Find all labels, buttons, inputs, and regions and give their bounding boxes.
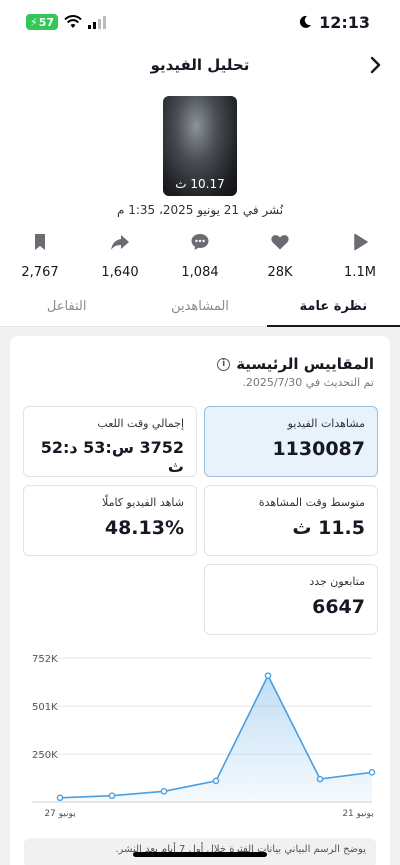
tab-viewers[interactable]: المشاهدين — [133, 293, 266, 326]
clock: 12:13 — [319, 12, 370, 32]
metric-new-followers[interactable]: متابعون جدد 6647 — [204, 564, 378, 635]
bookmarks-count: 2,767 — [21, 265, 59, 280]
chart-point[interactable] — [368, 769, 376, 776]
stats-row: 2,767 1,640 1,084 28K 1.1M — [0, 232, 400, 282]
y-tick-label: 501K — [32, 702, 58, 713]
metrics-heading: المقاييس الرئيسية — [236, 355, 374, 373]
video-duration: 10.17 ث — [175, 177, 225, 191]
chart-point[interactable] — [108, 792, 116, 799]
tab-engagement[interactable]: التفاعل — [0, 293, 133, 326]
wifi-icon — [64, 15, 82, 28]
video-thumbnail[interactable]: 10.17 ث — [163, 96, 237, 196]
metric-label: متوسط وقت المشاهدة — [258, 496, 365, 509]
battery-indicator: ⚡ 57 — [26, 14, 59, 30]
header: تحليل الفيديو — [0, 44, 400, 86]
chart-point[interactable] — [56, 794, 64, 802]
info-icon[interactable]: i — [217, 357, 231, 371]
y-tick-label: 752K — [32, 654, 58, 665]
y-tick-label: 250K — [32, 750, 58, 761]
metric-value: 3752 س:53 د:52 ث — [40, 438, 184, 476]
share-icon — [111, 235, 129, 250]
last-updated: تم التحديث في 2025/7/30. — [242, 376, 374, 389]
chart-point[interactable] — [160, 787, 168, 795]
x-label-left: يونيو 27 — [44, 809, 76, 819]
likes-count: 28K — [267, 265, 293, 280]
home-indicator — [133, 852, 267, 857]
metric-value: 11.5 ث — [292, 517, 365, 539]
metric-value: 6647 — [312, 596, 365, 618]
views-count: 1.1M — [344, 265, 376, 280]
shares-count: 1,640 — [101, 265, 139, 280]
bookmark-icon — [35, 234, 45, 250]
tab-overview[interactable]: نظرة عامة — [266, 293, 400, 327]
posted-date: نُشر في 21 يونيو 2025، 1:35 م — [116, 203, 284, 217]
metric-label: إجمالي وقت اللعب — [97, 417, 184, 430]
status-bar: ⚡ 57 12:13 — [0, 0, 400, 44]
chart-point[interactable] — [264, 672, 272, 679]
x-label-right: يونيو 21 — [342, 809, 374, 819]
heart-icon — [271, 235, 289, 250]
moon-icon — [299, 15, 312, 28]
signal-icon — [88, 15, 107, 29]
metrics-title: المقاييس الرئيسية i — [217, 355, 374, 373]
back-chevron-icon[interactable] — [364, 54, 386, 76]
views-chart[interactable]: 752K 501K 250K يونيو 27 يونيو 21 — [20, 648, 382, 823]
play-icon — [354, 233, 368, 251]
chart-point[interactable] — [316, 775, 324, 783]
analytics-tabs: التفاعل المشاهدين نظرة عامة — [0, 293, 400, 327]
metric-label: شاهد الفيديو كاملًا — [102, 496, 184, 509]
bolt-icon: ⚡ — [30, 15, 38, 29]
metric-watched-full[interactable]: شاهد الفيديو كاملًا 48.13% — [23, 485, 197, 556]
chart-point[interactable] — [212, 777, 220, 785]
metric-avg-watch-time[interactable]: متوسط وقت المشاهدة 11.5 ث — [204, 485, 378, 556]
metric-value: 1130087 — [272, 438, 365, 460]
stat-comments[interactable]: 1,084 — [160, 232, 240, 280]
comments-count: 1,084 — [181, 265, 219, 280]
stat-likes[interactable]: 28K — [240, 232, 320, 280]
stat-views[interactable]: 1.1M — [320, 232, 400, 280]
stat-bookmarks[interactable]: 2,767 — [0, 232, 80, 280]
metric-video-views[interactable]: مشاهدات الفيديو 1130087 — [204, 406, 378, 477]
metric-label: متابعون جدد — [309, 575, 365, 588]
page-title: تحليل الفيديو — [150, 56, 250, 74]
battery-level: 57 — [38, 15, 55, 29]
stat-shares[interactable]: 1,640 — [80, 232, 160, 280]
metric-value: 48.13% — [104, 517, 184, 539]
metric-label: مشاهدات الفيديو — [287, 417, 365, 430]
metric-total-play-time[interactable]: إجمالي وقت اللعب 3752 س:53 د:52 ث — [23, 406, 197, 477]
comment-icon — [191, 234, 209, 250]
